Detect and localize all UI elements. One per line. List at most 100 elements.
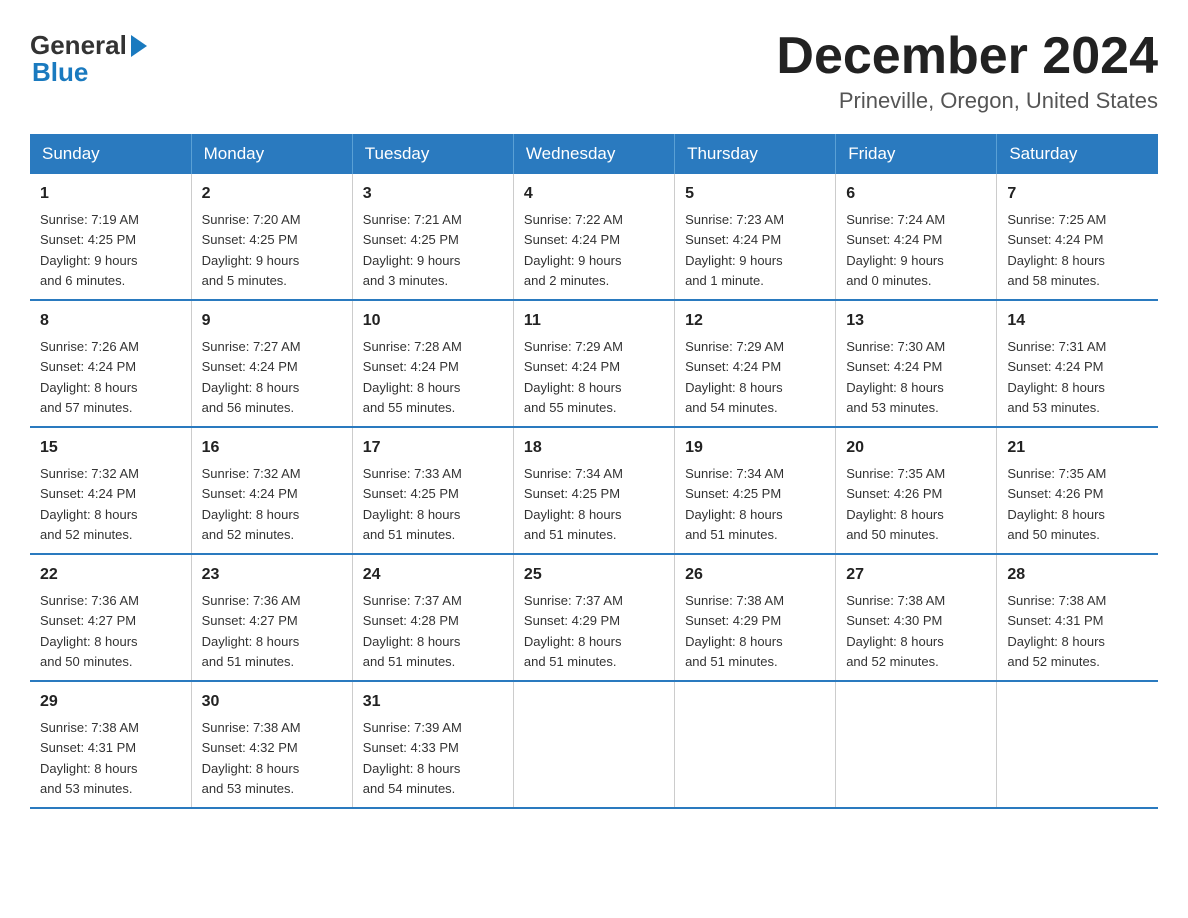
weekday-header-thursday: Thursday: [675, 134, 836, 174]
day-number: 1: [40, 182, 181, 206]
calendar-cell: 21 Sunrise: 7:35 AMSunset: 4:26 PMDaylig…: [997, 427, 1158, 554]
day-number: 21: [1007, 436, 1148, 460]
logo-arrow-icon: [131, 35, 147, 57]
day-info: Sunrise: 7:23 AMSunset: 4:24 PMDaylight:…: [685, 212, 784, 288]
calendar-cell: [997, 681, 1158, 808]
day-number: 4: [524, 182, 664, 206]
day-info: Sunrise: 7:35 AMSunset: 4:26 PMDaylight:…: [1007, 466, 1106, 542]
calendar-cell: [513, 681, 674, 808]
day-number: 22: [40, 563, 181, 587]
day-number: 20: [846, 436, 986, 460]
calendar-cell: 26 Sunrise: 7:38 AMSunset: 4:29 PMDaylig…: [675, 554, 836, 681]
day-info: Sunrise: 7:38 AMSunset: 4:31 PMDaylight:…: [40, 720, 139, 796]
day-info: Sunrise: 7:31 AMSunset: 4:24 PMDaylight:…: [1007, 339, 1106, 415]
weekday-header-tuesday: Tuesday: [352, 134, 513, 174]
calendar-cell: [675, 681, 836, 808]
day-number: 6: [846, 182, 986, 206]
day-info: Sunrise: 7:34 AMSunset: 4:25 PMDaylight:…: [524, 466, 623, 542]
day-number: 23: [202, 563, 342, 587]
day-info: Sunrise: 7:34 AMSunset: 4:25 PMDaylight:…: [685, 466, 784, 542]
calendar-cell: 28 Sunrise: 7:38 AMSunset: 4:31 PMDaylig…: [997, 554, 1158, 681]
day-number: 7: [1007, 182, 1148, 206]
day-info: Sunrise: 7:32 AMSunset: 4:24 PMDaylight:…: [202, 466, 301, 542]
day-number: 26: [685, 563, 825, 587]
calendar-week-row: 29 Sunrise: 7:38 AMSunset: 4:31 PMDaylig…: [30, 681, 1158, 808]
calendar-cell: 11 Sunrise: 7:29 AMSunset: 4:24 PMDaylig…: [513, 300, 674, 427]
logo-line2: Blue: [30, 57, 147, 88]
day-info: Sunrise: 7:37 AMSunset: 4:28 PMDaylight:…: [363, 593, 462, 669]
day-info: Sunrise: 7:20 AMSunset: 4:25 PMDaylight:…: [202, 212, 301, 288]
weekday-header-wednesday: Wednesday: [513, 134, 674, 174]
day-number: 25: [524, 563, 664, 587]
calendar-cell: 22 Sunrise: 7:36 AMSunset: 4:27 PMDaylig…: [30, 554, 191, 681]
weekday-header-saturday: Saturday: [997, 134, 1158, 174]
day-number: 5: [685, 182, 825, 206]
day-info: Sunrise: 7:39 AMSunset: 4:33 PMDaylight:…: [363, 720, 462, 796]
day-number: 18: [524, 436, 664, 460]
day-number: 19: [685, 436, 825, 460]
day-number: 16: [202, 436, 342, 460]
calendar-cell: 9 Sunrise: 7:27 AMSunset: 4:24 PMDayligh…: [191, 300, 352, 427]
day-info: Sunrise: 7:19 AMSunset: 4:25 PMDaylight:…: [40, 212, 139, 288]
day-info: Sunrise: 7:36 AMSunset: 4:27 PMDaylight:…: [40, 593, 139, 669]
day-info: Sunrise: 7:38 AMSunset: 4:29 PMDaylight:…: [685, 593, 784, 669]
calendar-week-row: 1 Sunrise: 7:19 AMSunset: 4:25 PMDayligh…: [30, 174, 1158, 300]
weekday-header-row: SundayMondayTuesdayWednesdayThursdayFrid…: [30, 134, 1158, 174]
calendar-week-row: 22 Sunrise: 7:36 AMSunset: 4:27 PMDaylig…: [30, 554, 1158, 681]
day-info: Sunrise: 7:27 AMSunset: 4:24 PMDaylight:…: [202, 339, 301, 415]
calendar-cell: 20 Sunrise: 7:35 AMSunset: 4:26 PMDaylig…: [836, 427, 997, 554]
calendar-cell: 23 Sunrise: 7:36 AMSunset: 4:27 PMDaylig…: [191, 554, 352, 681]
day-number: 17: [363, 436, 503, 460]
day-info: Sunrise: 7:38 AMSunset: 4:31 PMDaylight:…: [1007, 593, 1106, 669]
calendar-cell: 1 Sunrise: 7:19 AMSunset: 4:25 PMDayligh…: [30, 174, 191, 300]
calendar-cell: 18 Sunrise: 7:34 AMSunset: 4:25 PMDaylig…: [513, 427, 674, 554]
month-title: December 2024: [776, 30, 1158, 82]
calendar-cell: 10 Sunrise: 7:28 AMSunset: 4:24 PMDaylig…: [352, 300, 513, 427]
day-info: Sunrise: 7:29 AMSunset: 4:24 PMDaylight:…: [524, 339, 623, 415]
day-info: Sunrise: 7:36 AMSunset: 4:27 PMDaylight:…: [202, 593, 301, 669]
day-number: 31: [363, 690, 503, 714]
calendar-cell: 19 Sunrise: 7:34 AMSunset: 4:25 PMDaylig…: [675, 427, 836, 554]
calendar-cell: 31 Sunrise: 7:39 AMSunset: 4:33 PMDaylig…: [352, 681, 513, 808]
calendar-cell: 8 Sunrise: 7:26 AMSunset: 4:24 PMDayligh…: [30, 300, 191, 427]
day-info: Sunrise: 7:24 AMSunset: 4:24 PMDaylight:…: [846, 212, 945, 288]
day-info: Sunrise: 7:28 AMSunset: 4:24 PMDaylight:…: [363, 339, 462, 415]
day-info: Sunrise: 7:26 AMSunset: 4:24 PMDaylight:…: [40, 339, 139, 415]
calendar-cell: 24 Sunrise: 7:37 AMSunset: 4:28 PMDaylig…: [352, 554, 513, 681]
title-section: December 2024 Prineville, Oregon, United…: [776, 30, 1158, 114]
day-number: 14: [1007, 309, 1148, 333]
calendar-cell: 14 Sunrise: 7:31 AMSunset: 4:24 PMDaylig…: [997, 300, 1158, 427]
day-info: Sunrise: 7:22 AMSunset: 4:24 PMDaylight:…: [524, 212, 623, 288]
page-header: General Blue December 2024 Prineville, O…: [30, 30, 1158, 114]
calendar-cell: 4 Sunrise: 7:22 AMSunset: 4:24 PMDayligh…: [513, 174, 674, 300]
day-number: 8: [40, 309, 181, 333]
logo: General Blue: [30, 30, 147, 88]
day-info: Sunrise: 7:38 AMSunset: 4:32 PMDaylight:…: [202, 720, 301, 796]
calendar-cell: 12 Sunrise: 7:29 AMSunset: 4:24 PMDaylig…: [675, 300, 836, 427]
day-number: 27: [846, 563, 986, 587]
weekday-header-friday: Friday: [836, 134, 997, 174]
day-number: 30: [202, 690, 342, 714]
calendar-cell: 15 Sunrise: 7:32 AMSunset: 4:24 PMDaylig…: [30, 427, 191, 554]
day-info: Sunrise: 7:21 AMSunset: 4:25 PMDaylight:…: [363, 212, 462, 288]
calendar-cell: 2 Sunrise: 7:20 AMSunset: 4:25 PMDayligh…: [191, 174, 352, 300]
calendar-cell: 29 Sunrise: 7:38 AMSunset: 4:31 PMDaylig…: [30, 681, 191, 808]
calendar-cell: 7 Sunrise: 7:25 AMSunset: 4:24 PMDayligh…: [997, 174, 1158, 300]
day-info: Sunrise: 7:30 AMSunset: 4:24 PMDaylight:…: [846, 339, 945, 415]
day-number: 24: [363, 563, 503, 587]
day-number: 9: [202, 309, 342, 333]
calendar-cell: 25 Sunrise: 7:37 AMSunset: 4:29 PMDaylig…: [513, 554, 674, 681]
day-number: 2: [202, 182, 342, 206]
day-number: 28: [1007, 563, 1148, 587]
calendar-table: SundayMondayTuesdayWednesdayThursdayFrid…: [30, 134, 1158, 809]
weekday-header-monday: Monday: [191, 134, 352, 174]
calendar-cell: 13 Sunrise: 7:30 AMSunset: 4:24 PMDaylig…: [836, 300, 997, 427]
day-number: 29: [40, 690, 181, 714]
day-number: 15: [40, 436, 181, 460]
day-number: 13: [846, 309, 986, 333]
calendar-cell: [836, 681, 997, 808]
day-info: Sunrise: 7:25 AMSunset: 4:24 PMDaylight:…: [1007, 212, 1106, 288]
calendar-cell: 5 Sunrise: 7:23 AMSunset: 4:24 PMDayligh…: [675, 174, 836, 300]
calendar-cell: 16 Sunrise: 7:32 AMSunset: 4:24 PMDaylig…: [191, 427, 352, 554]
calendar-cell: 3 Sunrise: 7:21 AMSunset: 4:25 PMDayligh…: [352, 174, 513, 300]
